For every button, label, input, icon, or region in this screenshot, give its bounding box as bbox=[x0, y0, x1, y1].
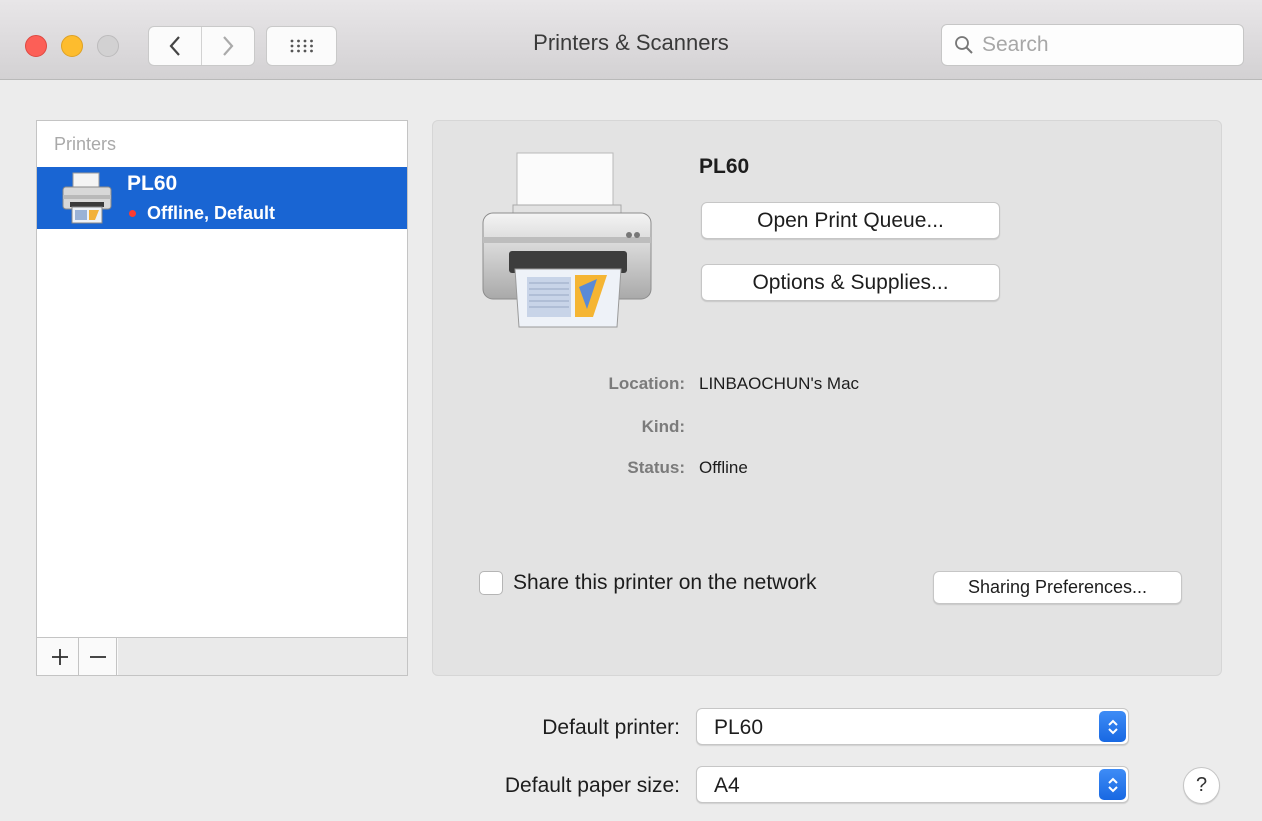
forward-button[interactable] bbox=[201, 27, 254, 65]
default-paper-size-label: Default paper size: bbox=[504, 774, 680, 797]
chevron-right-icon bbox=[223, 36, 234, 56]
search-field[interactable] bbox=[941, 24, 1244, 66]
show-all-button[interactable] bbox=[266, 26, 337, 66]
default-paper-size-popup[interactable]: A4 bbox=[696, 766, 1129, 803]
printer-icon bbox=[62, 172, 112, 224]
chevron-left-icon bbox=[169, 36, 180, 56]
printer-list-item[interactable]: PL60 Offline, Default bbox=[37, 167, 407, 229]
title-bar: Printers & Scanners bbox=[0, 0, 1262, 80]
zoom-window-button[interactable] bbox=[97, 35, 119, 57]
printer-detail-name: PL60 bbox=[699, 155, 750, 178]
status-value: Offline bbox=[699, 458, 748, 477]
sharing-preferences-button[interactable]: Sharing Preferences... bbox=[933, 571, 1182, 604]
close-window-button[interactable] bbox=[25, 35, 47, 57]
printer-status-text: Offline, Default bbox=[147, 203, 276, 223]
printers-list: Printers PL60 Offline, Default bbox=[36, 120, 408, 676]
options-supplies-button[interactable]: Options & Supplies... bbox=[701, 264, 1000, 301]
grid-icon bbox=[290, 39, 313, 53]
default-printer-value: PL60 bbox=[714, 716, 764, 739]
plus-icon bbox=[51, 648, 68, 665]
popup-arrows-icon bbox=[1099, 769, 1126, 800]
add-printer-button[interactable] bbox=[41, 638, 79, 675]
share-printer-checkbox[interactable] bbox=[479, 571, 503, 595]
open-print-queue-button[interactable]: Open Print Queue... bbox=[701, 202, 1000, 239]
default-printer-label: Default printer: bbox=[542, 716, 680, 739]
default-printer-popup[interactable]: PL60 bbox=[696, 708, 1129, 745]
minimize-window-button[interactable] bbox=[61, 35, 83, 57]
paper-size-value: A4 bbox=[714, 774, 740, 797]
search-input[interactable] bbox=[980, 32, 1214, 58]
popup-arrows-icon bbox=[1099, 711, 1126, 742]
back-button[interactable] bbox=[149, 27, 201, 65]
printer-detail-panel: PL60 Open Print Queue... Options & Suppl… bbox=[432, 120, 1222, 676]
location-label: Location: bbox=[608, 374, 686, 393]
printers-list-header: Printers bbox=[54, 134, 117, 154]
printer-status: Offline, Default bbox=[127, 203, 275, 224]
minus-icon bbox=[89, 655, 106, 658]
list-footer bbox=[37, 637, 407, 675]
list-footer-spacer bbox=[118, 638, 407, 675]
share-printer-option[interactable]: Share this printer on the network bbox=[479, 571, 817, 595]
printer-large-icon bbox=[482, 152, 652, 328]
location-value: LINBAOCHUN's Mac bbox=[699, 374, 860, 393]
navigation-buttons bbox=[148, 26, 255, 66]
offline-status-dot-icon bbox=[129, 210, 136, 217]
remove-printer-button[interactable] bbox=[79, 638, 117, 675]
status-label: Status: bbox=[627, 458, 685, 477]
kind-label: Kind: bbox=[641, 417, 685, 436]
search-icon bbox=[955, 36, 973, 54]
printer-name: PL60 bbox=[127, 172, 178, 195]
share-printer-label[interactable]: Share this printer on the network bbox=[513, 571, 817, 595]
help-button[interactable]: ? bbox=[1183, 767, 1220, 804]
